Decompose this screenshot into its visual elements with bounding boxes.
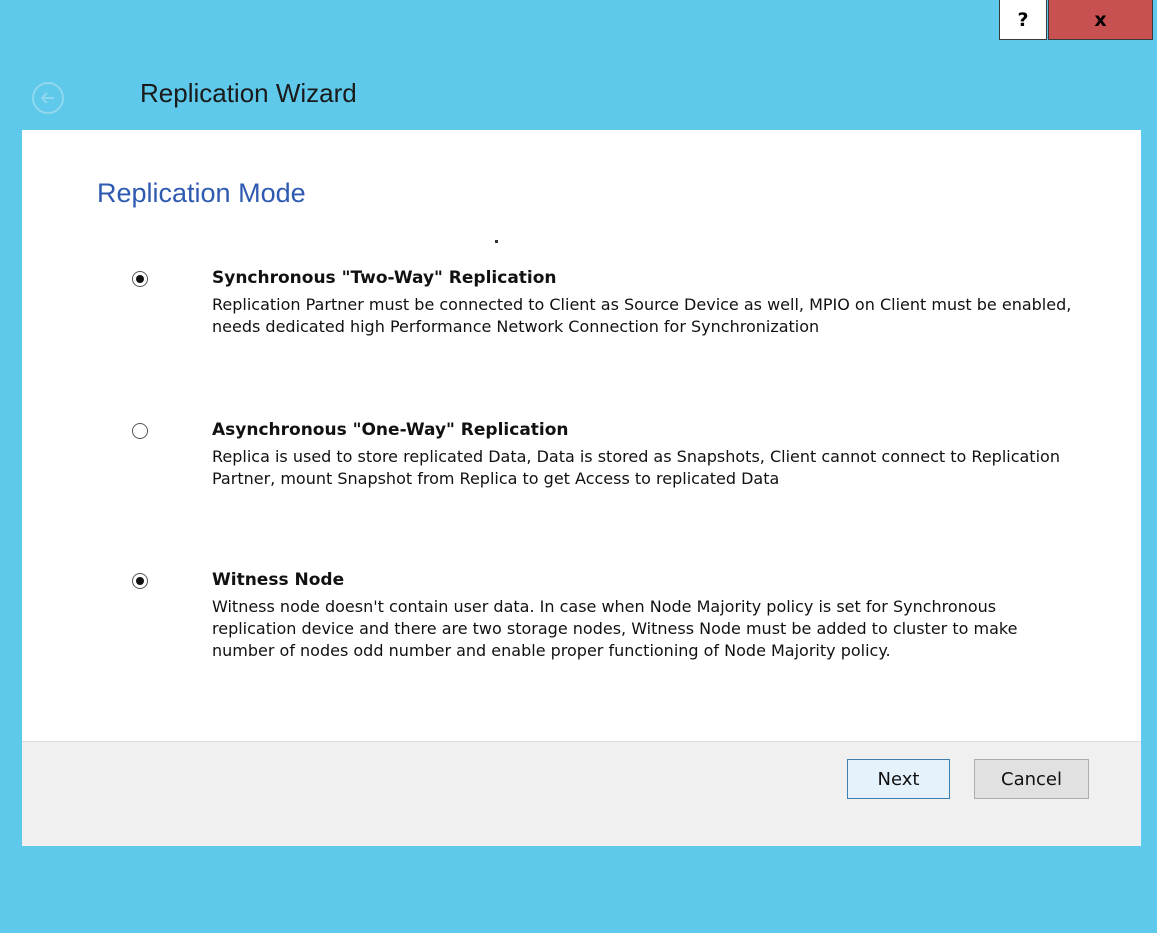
option-label: Synchronous "Two-Way" Replication bbox=[212, 268, 557, 288]
next-button[interactable]: Next bbox=[847, 759, 950, 799]
radio-witness-node[interactable] bbox=[132, 573, 148, 589]
option-description: Replica is used to store replicated Data… bbox=[212, 447, 1060, 488]
radio-asynchronous[interactable] bbox=[132, 423, 148, 439]
cancel-button[interactable]: Cancel bbox=[974, 759, 1089, 799]
radio-synchronous[interactable] bbox=[132, 271, 148, 287]
option-label: Witness Node bbox=[212, 570, 345, 590]
option-description: Witness node doesn't contain user data. … bbox=[212, 597, 1018, 660]
stray-dot bbox=[495, 240, 498, 243]
back-arrow-icon[interactable] bbox=[30, 80, 66, 116]
wizard-footer: Next Cancel bbox=[22, 741, 1141, 846]
wizard-content: Replication Mode Synchronous "Two-Way" R… bbox=[22, 130, 1141, 846]
help-button[interactable]: ? bbox=[999, 0, 1047, 40]
option-description: Replication Partner must be connected to… bbox=[212, 295, 1072, 336]
option-label: Asynchronous "One-Way" Replication bbox=[212, 420, 569, 440]
window-title: Replication Wizard bbox=[140, 78, 357, 108]
wizard-window: ? x Replication Wizard Replication Mode … bbox=[0, 0, 1157, 933]
close-button[interactable]: x bbox=[1048, 0, 1153, 40]
page-title: Replication Mode bbox=[97, 178, 306, 208]
